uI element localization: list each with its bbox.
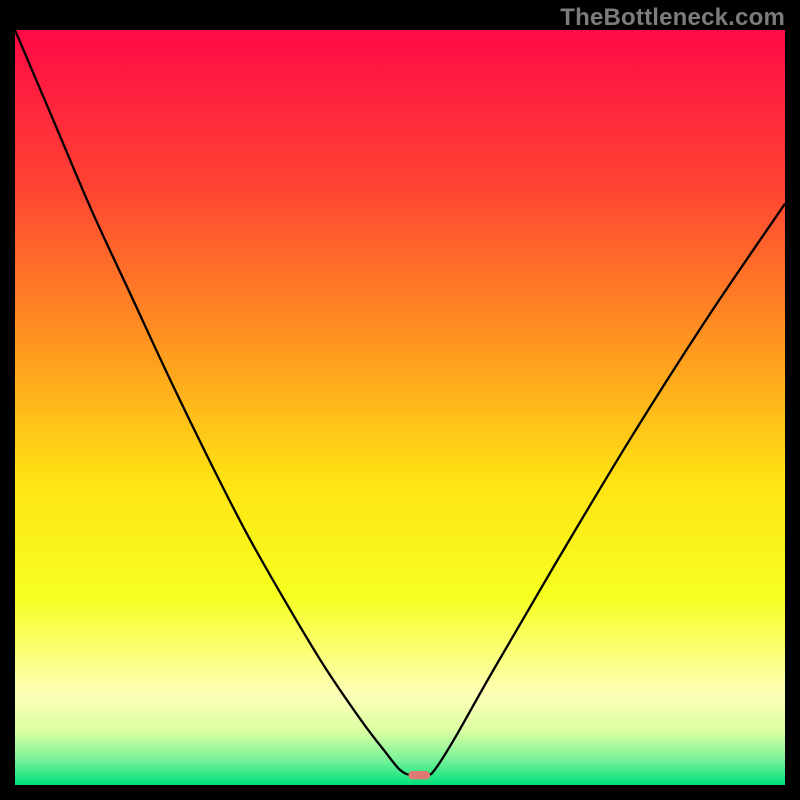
optimal-point-marker: [408, 771, 430, 779]
gradient-background: [15, 30, 785, 785]
watermark-text: TheBottleneck.com: [560, 4, 785, 32]
bottleneck-chart: [15, 30, 785, 785]
chart-frame: [15, 30, 785, 785]
